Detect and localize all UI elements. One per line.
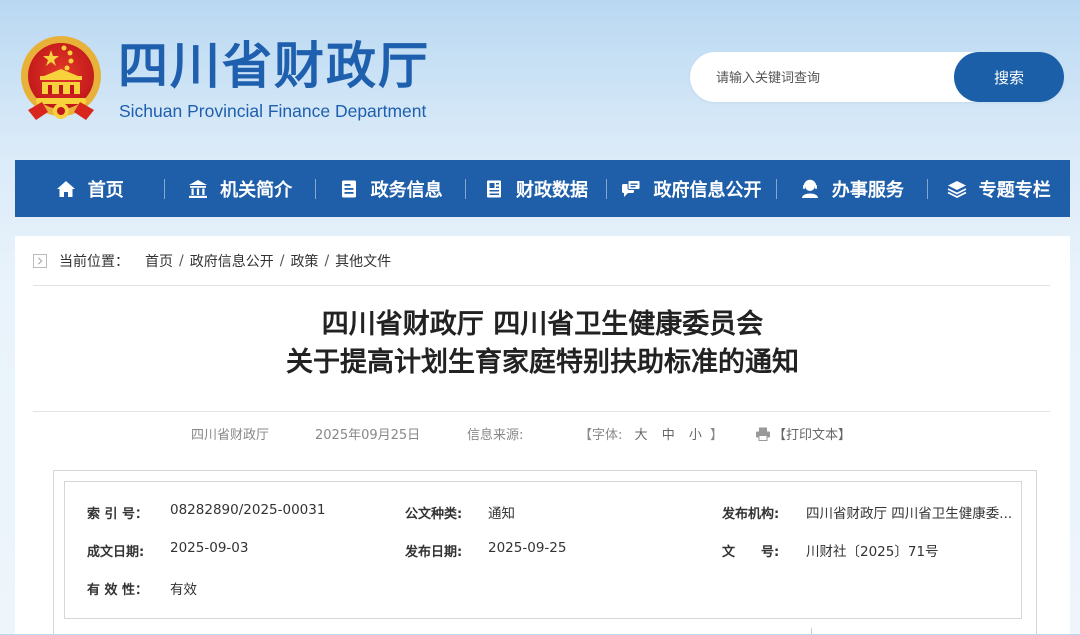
site-title: 四川省财政厅 (118, 37, 430, 95)
site-header: 四川省财政厅 Sichuan Provincial Finance Depart… (0, 0, 1080, 160)
written-date-label: 成文日期: (87, 545, 145, 560)
nav-item-label: 财政数据 (516, 179, 589, 201)
search-button[interactable]: 搜索 (954, 52, 1064, 102)
nav-item-home[interactable]: 首页 (15, 160, 164, 217)
printer-icon (756, 427, 770, 441)
nav-item-gov-affairs[interactable]: 政务信息 (316, 160, 465, 217)
meta-source: 信息来源: (467, 428, 524, 443)
written-date-value: 2025-09-03 (170, 540, 249, 556)
org-value: 四川省财政厅 四川省卫生健康委... (806, 506, 1013, 522)
nav-item-label: 机关简介 (220, 179, 293, 201)
document-icon (339, 179, 359, 199)
nav-item-label: 政府信息公开 (653, 179, 762, 201)
font-size-small[interactable]: 小 (689, 428, 702, 443)
index-value: 08282890/2025-00031 (170, 502, 326, 518)
site-subtitle: Sichuan Provincial Finance Department (119, 101, 427, 121)
search-box: 搜索 (690, 52, 1064, 102)
nav-item-label: 专题专栏 (978, 179, 1051, 201)
font-size-large[interactable]: 大 (635, 428, 648, 443)
nav-item-about[interactable]: 机关简介 (165, 160, 314, 217)
index-label: 索 引 号： (87, 507, 149, 522)
published-date-label: 发布日期: (405, 545, 463, 560)
chat-icon (621, 179, 641, 199)
published-date-value: 2025-09-25 (488, 540, 567, 556)
user-service-icon (800, 179, 820, 199)
nav-item-services[interactable]: 办事服务 (777, 160, 926, 217)
article-title-line2: 关于提高计划生育家庭特别扶助标准的通知 (286, 347, 799, 378)
national-emblem-icon[interactable] (18, 32, 104, 124)
meta-publisher: 四川省财政厅 (191, 428, 270, 443)
breadcrumb-label: 当前位置： (59, 254, 129, 270)
breadcrumb-separator: / (179, 253, 184, 269)
home-icon (56, 179, 76, 199)
content-panel: 当前位置： 首页 / 政府信息公开 / 政策 / 其他文件 四川省财政厅 四川省… (15, 236, 1070, 635)
nav-item-label: 办事服务 (831, 179, 904, 201)
nav-item-label: 政务信息 (370, 179, 443, 201)
nav-item-label: 首页 (87, 179, 124, 201)
print-button[interactable]: 【打印文本】 (755, 424, 851, 443)
print-label: 【打印文本】 (773, 428, 852, 443)
divider (33, 285, 1050, 286)
breadcrumb-home[interactable]: 首页 (145, 251, 173, 271)
breadcrumb-separator: / (279, 253, 285, 269)
breadcrumb-gov-info[interactable]: 政府信息公开 (190, 251, 274, 271)
nav-item-finance-data[interactable]: 财政数据 (466, 160, 605, 217)
layers-icon (947, 179, 967, 199)
article-title: 四川省财政厅 四川省卫生健康委员会 关于提高计划生育家庭特别扶助标准的通知 (15, 306, 1070, 382)
article-meta: 四川省财政厅 2025年09月25日 信息来源: 【字体: 大 中 小 】 【打… (15, 422, 1070, 444)
breadcrumb-other-docs[interactable]: 其他文件 (335, 251, 391, 271)
location-icon (33, 254, 47, 268)
org-label: 发布机构: (722, 507, 780, 522)
doc-number-value: 川财社〔2025〕71号 (806, 544, 939, 560)
nav-item-special-topics[interactable]: 专题专栏 (928, 160, 1070, 217)
building-icon (188, 179, 208, 199)
breadcrumb-separator: / (324, 253, 330, 269)
category-label: 公文种类: (405, 507, 463, 522)
category-value: 通知 (488, 506, 515, 522)
breadcrumb-policy[interactable]: 政策 (290, 251, 318, 271)
doc-number-label: 文 号: (722, 545, 780, 560)
font-size-label: 【字体: (579, 428, 623, 443)
font-size-close: 】 (710, 428, 724, 443)
divider (811, 628, 812, 634)
nav-item-gov-info-disclosure[interactable]: 政府信息公开 (607, 160, 776, 217)
meta-date: 2025年09月25日 (315, 428, 421, 443)
font-size-control: 【字体: 大 中 小 】 (579, 424, 723, 443)
search-input[interactable] (714, 65, 948, 91)
document-info-table: 索 引 号： 08282890/2025-00031 公文种类: 通知 发布机构… (64, 481, 1022, 619)
breadcrumb: 当前位置： 首页 / 政府信息公开 / 政策 / 其他文件 (33, 251, 391, 271)
font-size-medium[interactable]: 中 (662, 428, 675, 443)
main-nav: 首页 机关简介 政务信息 财政数据 政府信息公开 办事服务 专题专栏 (15, 160, 1070, 217)
validity-value: 有效 (170, 582, 197, 598)
validity-label: 有 效 性： (87, 583, 149, 598)
divider (33, 411, 1050, 412)
data-icon (484, 179, 504, 199)
article-title-line1: 四川省财政厅 四川省卫生健康委员会 (321, 309, 764, 340)
